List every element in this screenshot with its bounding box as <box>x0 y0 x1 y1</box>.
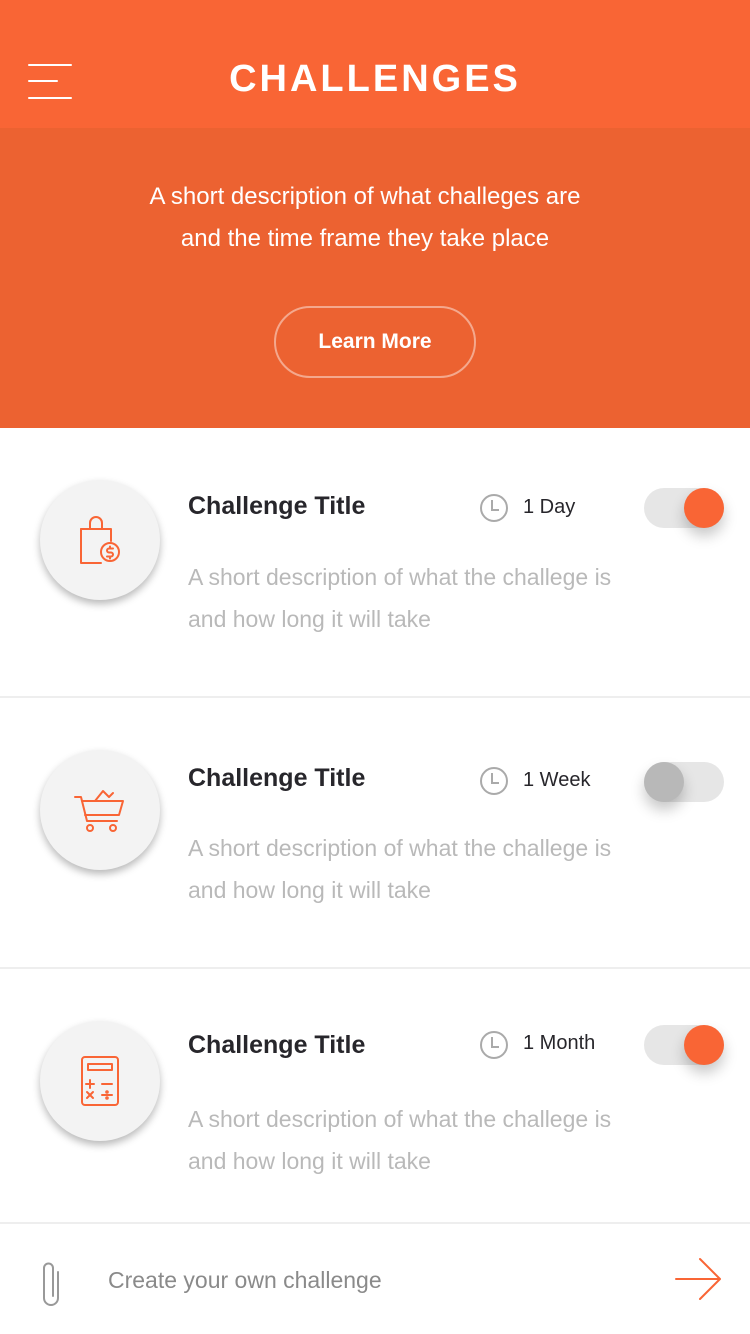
paperclip-icon[interactable] <box>36 1258 68 1310</box>
shopping-cart-icon <box>74 790 124 832</box>
challenge-icon-badge <box>40 480 160 600</box>
challenge-card: Challenge Title 1 Day A short descriptio… <box>0 428 750 698</box>
page-title: CHALLENGES <box>229 58 521 100</box>
toggle-knob <box>684 488 724 528</box>
challenge-toggle[interactable] <box>644 1025 724 1065</box>
challenge-description-line: and how long it will take <box>188 877 431 903</box>
hero-description: A short description of what challeges ar… <box>100 176 630 260</box>
challenge-toggle[interactable] <box>644 488 724 528</box>
challenge-description-line: and how long it will take <box>188 1148 431 1174</box>
challenge-title: Challenge Title <box>188 492 366 520</box>
challenge-duration: 1 Month <box>523 1032 596 1054</box>
challenge-description-line: A short description of what the challege… <box>188 835 612 861</box>
challenge-duration: 1 Week <box>523 769 591 791</box>
clock-icon <box>480 767 508 795</box>
app-header: CHALLENGES <box>0 0 750 128</box>
hero-description-line: A short description of what challeges ar… <box>149 183 581 210</box>
challenge-description: A short description of what the challege… <box>188 827 728 911</box>
toggle-knob <box>684 1025 724 1065</box>
hero-banner: A short description of what challeges ar… <box>0 128 750 428</box>
challenge-description: A short description of what the challege… <box>188 556 728 640</box>
create-challenge-bar <box>0 1224 750 1334</box>
shopping-bag-dollar-icon <box>80 516 120 564</box>
challenge-icon-badge <box>40 1021 160 1141</box>
challenge-description-line: A short description of what the challege… <box>188 1106 612 1132</box>
hero-description-line: and the time frame they take place <box>180 225 550 252</box>
arrow-right-icon[interactable] <box>674 1256 724 1302</box>
challenge-card: Challenge Title 1 Month A short descript… <box>0 969 750 1224</box>
clock-icon <box>480 494 508 522</box>
challenge-description: A short description of what the challege… <box>188 1098 728 1182</box>
calculator-icon <box>81 1056 119 1106</box>
challenge-icon-badge <box>40 750 160 870</box>
challenge-card: Challenge Title 1 Week A short descripti… <box>0 698 750 969</box>
challenge-title: Challenge Title <box>188 1031 366 1059</box>
challenge-duration: 1 Day <box>523 496 576 518</box>
clock-icon <box>480 1031 508 1059</box>
challenge-description-line: A short description of what the challege… <box>188 564 612 590</box>
learn-more-button[interactable]: Learn More <box>274 306 476 378</box>
create-challenge-input[interactable] <box>108 1260 628 1300</box>
challenge-toggle[interactable] <box>644 762 724 802</box>
challenge-description-line: and how long it will take <box>188 606 431 632</box>
toggle-knob <box>644 762 684 802</box>
challenge-title: Challenge Title <box>188 764 366 792</box>
